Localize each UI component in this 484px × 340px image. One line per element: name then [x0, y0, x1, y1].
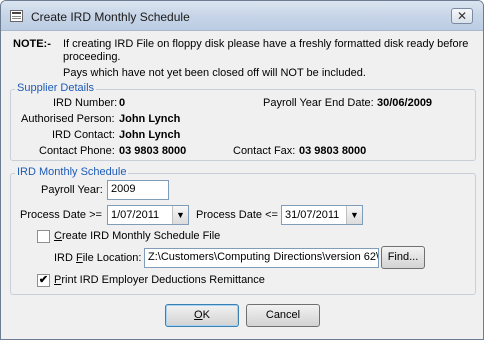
ird-contact-label: IRD Contact:: [52, 129, 115, 141]
find-button[interactable]: Find...: [381, 246, 425, 269]
authorised-person-label: Authorised Person:: [21, 113, 115, 125]
ok-button[interactable]: OK: [165, 304, 239, 327]
process-date-from-combo[interactable]: 1/07/2011 ▼: [107, 205, 189, 225]
process-date-from-label: Process Date >=: [20, 209, 102, 221]
payroll-year-label: Payroll Year:: [41, 184, 103, 196]
print-remittance-checkbox[interactable]: ✔: [37, 274, 50, 287]
process-date-from-value: 1/07/2011: [111, 209, 160, 221]
create-file-label[interactable]: Create IRD Monthly Schedule File: [54, 230, 220, 242]
contact-fax-label: Contact Fax:: [233, 145, 296, 157]
note-line-1a: If creating IRD File on floppy disk plea…: [63, 38, 469, 50]
file-location-label: IRD File Location:: [54, 252, 142, 264]
file-location-input[interactable]: Z:\Customers\Computing Directions\versio…: [144, 248, 379, 268]
note-label: NOTE:-: [13, 38, 51, 50]
close-button[interactable]: ✕: [451, 8, 473, 24]
monthly-schedule-legend: IRD Monthly Schedule: [15, 166, 129, 178]
process-date-to-label: Process Date <=: [196, 209, 278, 221]
create-file-checkbox[interactable]: [37, 230, 50, 243]
ird-contact-value: John Lynch: [119, 129, 181, 141]
ird-number-value: 0: [119, 97, 126, 109]
process-date-to-value: 31/07/2011: [285, 209, 340, 221]
chevron-down-icon[interactable]: ▼: [172, 206, 188, 224]
authorised-person-value: John Lynch: [119, 113, 181, 125]
contact-fax-value: 03 9803 8000: [299, 145, 367, 157]
note-line-1b: proceeding.: [63, 51, 121, 63]
dialog-window: Create IRD Monthly Schedule ✕ NOTE:- If …: [0, 0, 484, 340]
year-end-value: 30/06/2009: [377, 97, 433, 109]
cancel-button[interactable]: Cancel: [246, 304, 320, 327]
note-line-2: Pays which have not yet been closed off …: [63, 67, 366, 79]
supplier-details-legend: Supplier Details: [15, 82, 97, 94]
check-icon: ✔: [38, 274, 49, 286]
year-end-label: Payroll Year End Date:: [263, 97, 374, 109]
process-date-to-combo[interactable]: 31/07/2011 ▼: [281, 205, 363, 225]
contact-phone-value: 03 9803 8000: [119, 145, 187, 157]
ird-number-label: IRD Number:: [53, 97, 118, 109]
payroll-year-input[interactable]: 2009: [107, 180, 169, 200]
print-remittance-label[interactable]: Print IRD Employer Deductions Remittance: [54, 274, 265, 286]
close-icon: ✕: [456, 9, 468, 23]
window-title: Create IRD Monthly Schedule: [31, 10, 190, 24]
app-icon: [10, 10, 23, 22]
chevron-down-icon[interactable]: ▼: [346, 206, 362, 224]
title-bar[interactable]: Create IRD Monthly Schedule ✕: [1, 1, 483, 31]
contact-phone-label: Contact Phone:: [39, 145, 115, 157]
